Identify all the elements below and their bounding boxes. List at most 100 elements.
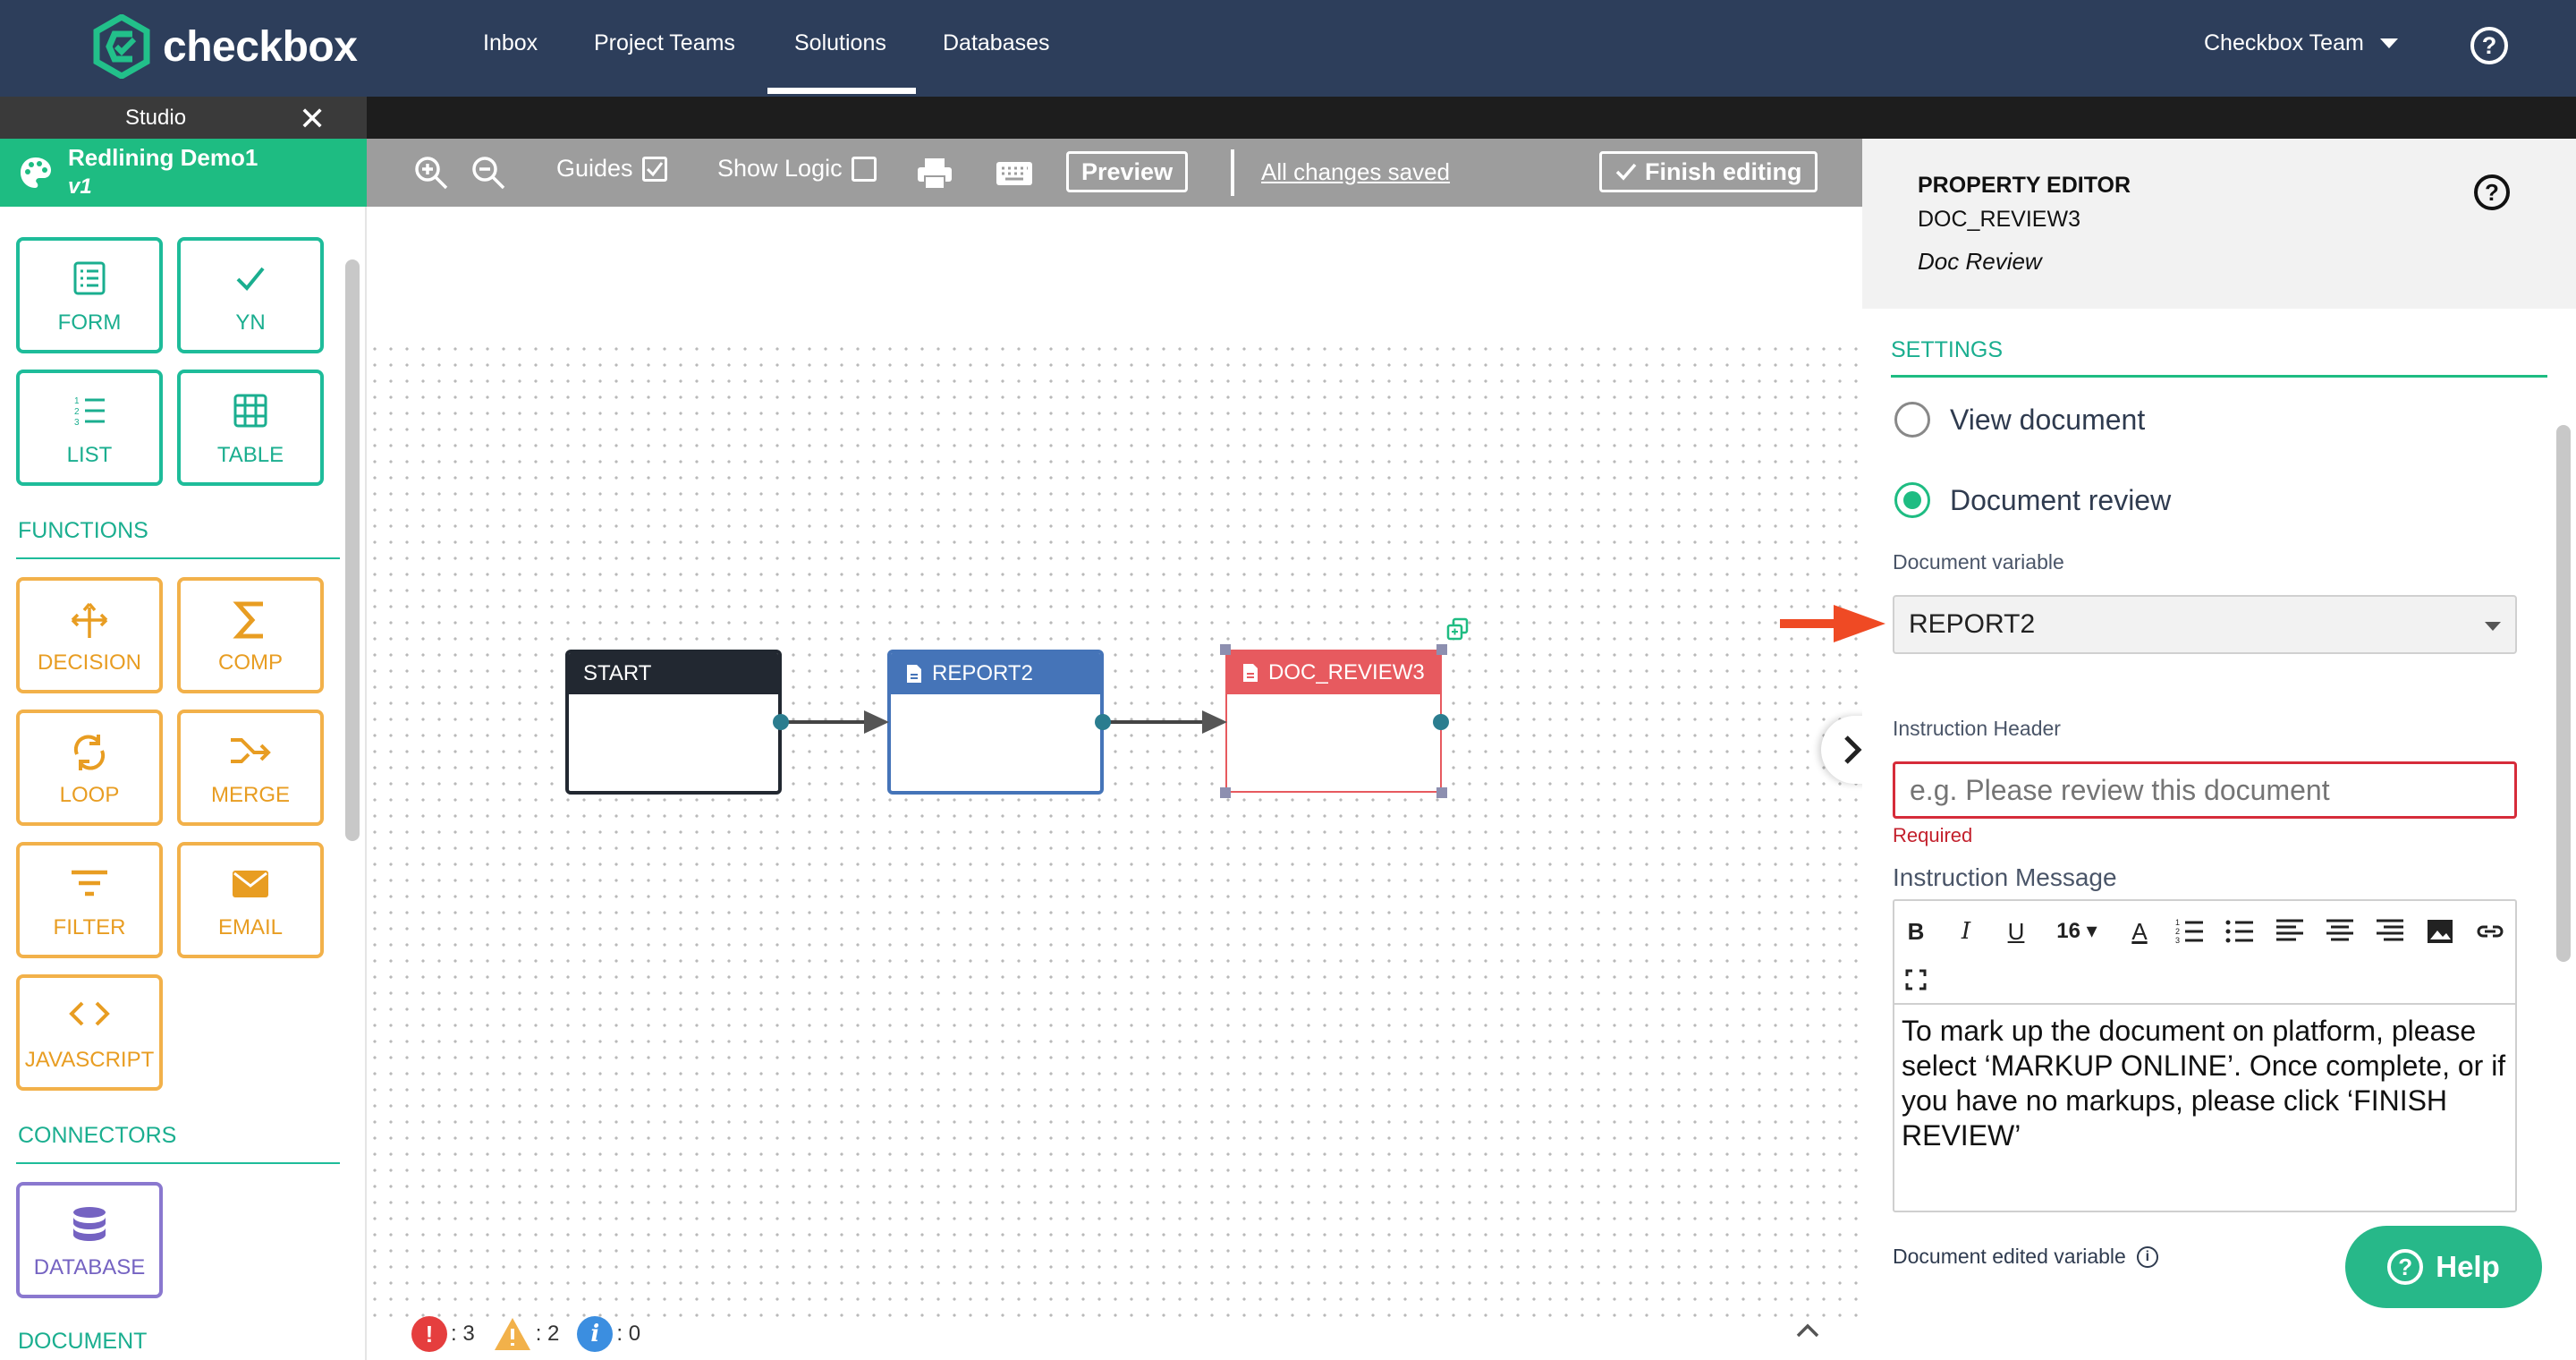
radio-button[interactable]: [1894, 402, 1930, 438]
tile-comp[interactable]: COMP: [177, 577, 324, 693]
resize-handle[interactable]: [1436, 787, 1447, 798]
instruction-header-label: Instruction Header: [1893, 717, 2061, 740]
align-center-icon[interactable]: [2324, 915, 2356, 948]
chevron-up-icon[interactable]: [1794, 1322, 1821, 1339]
underline-icon[interactable]: U: [2000, 915, 2032, 948]
tile-database[interactable]: DATABASE: [16, 1182, 163, 1298]
bullet-list-icon[interactable]: [2224, 915, 2256, 948]
node-header: DOC_REVIEW3: [1227, 651, 1440, 694]
instruction-message-editor[interactable]: B I U 16 ▾ A 123 To mark up the document…: [1893, 899, 2517, 1212]
tile-label: LOOP: [59, 783, 120, 807]
edited-variable-text: Document edited variable: [1893, 1245, 2126, 1268]
merge-icon: [231, 738, 271, 763]
property-scrollbar[interactable]: [2556, 425, 2571, 962]
help-button[interactable]: ? Help: [2345, 1226, 2542, 1308]
nav-databases[interactable]: Databases: [943, 30, 1050, 56]
radio-button[interactable]: [1894, 482, 1930, 518]
tile-email[interactable]: EMAIL: [177, 842, 324, 958]
node-label: REPORT2: [932, 661, 1033, 685]
active-nav-indicator: [767, 88, 916, 94]
resize-handle[interactable]: [1220, 787, 1231, 798]
tile-loop[interactable]: LOOP: [16, 710, 163, 826]
svg-text:2: 2: [74, 407, 80, 417]
node-report2[interactable]: REPORT2: [887, 650, 1104, 795]
link-icon[interactable]: [2474, 915, 2506, 948]
nav-project-teams[interactable]: Project Teams: [594, 30, 735, 56]
info-icon[interactable]: i: [2136, 1245, 2158, 1268]
tile-label: DECISION: [37, 650, 141, 675]
guides-checkbox[interactable]: [641, 156, 667, 182]
element-id: DOC_REVIEW3: [1918, 207, 2080, 232]
tile-form[interactable]: FORM: [16, 237, 163, 353]
bold-icon[interactable]: B: [1900, 915, 1932, 948]
keyboard-icon[interactable]: [995, 160, 1034, 187]
arrowhead: [1202, 710, 1227, 734]
preview-button[interactable]: Preview: [1066, 151, 1189, 192]
italic-icon[interactable]: I: [1950, 915, 1982, 948]
output-port[interactable]: [1433, 714, 1449, 730]
node-label: DOC_REVIEW3: [1268, 660, 1425, 684]
tile-merge[interactable]: MERGE: [177, 710, 324, 826]
duplicate-icon[interactable]: [1445, 616, 1470, 642]
property-editor-title: PROPERTY EDITOR: [1918, 173, 2131, 198]
flow-canvas[interactable]: START REPORT2 DOC_REVIEW3 ! : 3 : 2 i : …: [367, 207, 1862, 1360]
radio-document-review[interactable]: Document review: [1894, 482, 2171, 518]
zoom-in-icon[interactable]: [413, 155, 449, 191]
tile-table[interactable]: TABLE: [177, 370, 324, 486]
editor-content[interactable]: To mark up the document on platform, ple…: [1894, 1005, 2515, 1162]
node-start[interactable]: START: [565, 650, 782, 795]
show-logic-toggle[interactable]: Show Logic: [717, 155, 877, 183]
section-functions: FUNCTIONS: [18, 518, 148, 543]
tile-javascript[interactable]: JAVASCRIPT: [16, 974, 163, 1091]
tile-yn[interactable]: YN: [177, 237, 324, 353]
database-icon: [73, 1207, 106, 1241]
canvas-toolbar: Guides Show Logic Preview All changes sa…: [367, 139, 1862, 207]
align-right-icon[interactable]: [2374, 915, 2406, 948]
decision-arrows-icon: [71, 602, 108, 638]
help-icon[interactable]: ?: [2470, 27, 2508, 64]
nav-inbox[interactable]: Inbox: [483, 30, 538, 56]
svg-text:3: 3: [2175, 936, 2180, 945]
resize-handle[interactable]: [1436, 644, 1447, 655]
output-port[interactable]: [1095, 714, 1111, 730]
tile-filter[interactable]: FILTER: [16, 842, 163, 958]
property-editor: PROPERTY EDITOR DOC_REVIEW3 Doc Review ?…: [1862, 139, 2576, 1360]
edge-report2-docreview3: [1104, 720, 1206, 724]
team-menu[interactable]: Checkbox Team: [2204, 30, 2398, 56]
show-logic-checkbox[interactable]: [851, 156, 877, 182]
annotation-arrow-icon: [1780, 605, 1885, 642]
text-color-icon[interactable]: A: [2123, 915, 2156, 948]
image-icon[interactable]: [2424, 915, 2456, 948]
output-port[interactable]: [773, 714, 789, 730]
nav-solutions[interactable]: Solutions: [794, 30, 886, 56]
settings-heading: SETTINGS: [1891, 337, 2004, 362]
print-icon[interactable]: [916, 157, 953, 191]
guides-toggle[interactable]: Guides: [556, 155, 667, 183]
document-icon: [907, 665, 921, 683]
finish-editing-button[interactable]: Finish editing: [1599, 151, 1818, 192]
resize-handle[interactable]: [1220, 644, 1231, 655]
ordered-list-icon[interactable]: 123: [2174, 915, 2206, 948]
top-nav: checkbox Inbox Project Teams Solutions D…: [0, 0, 2576, 97]
align-left-icon[interactable]: [2274, 915, 2306, 948]
font-size-select[interactable]: 16 ▾: [2050, 915, 2104, 948]
instruction-header-input[interactable]: [1893, 761, 2517, 819]
checkmark-icon: [236, 267, 265, 291]
close-icon[interactable]: ✕: [299, 100, 326, 138]
tile-decision[interactable]: DECISION: [16, 577, 163, 693]
palette-scrollbar[interactable]: [345, 259, 360, 841]
studio-tab[interactable]: Studio ✕: [0, 97, 367, 139]
sigma-icon: [233, 601, 263, 639]
validation-status[interactable]: ! : 3 : 2 i : 0: [411, 1316, 640, 1352]
brand-logo[interactable]: checkbox: [93, 14, 358, 79]
tile-label: TABLE: [216, 443, 284, 467]
help-icon[interactable]: ?: [2474, 174, 2510, 210]
document-variable-select[interactable]: REPORT2: [1893, 595, 2517, 654]
tile-list[interactable]: 123 LIST: [16, 370, 163, 486]
zoom-out-icon[interactable]: [470, 155, 506, 191]
save-status-link[interactable]: All changes saved: [1261, 158, 1450, 186]
tab-strip: [367, 97, 2576, 139]
node-doc-review3[interactable]: DOC_REVIEW3: [1225, 650, 1442, 793]
fullscreen-icon[interactable]: [1900, 964, 1932, 996]
radio-view-document[interactable]: View document: [1894, 402, 2145, 438]
